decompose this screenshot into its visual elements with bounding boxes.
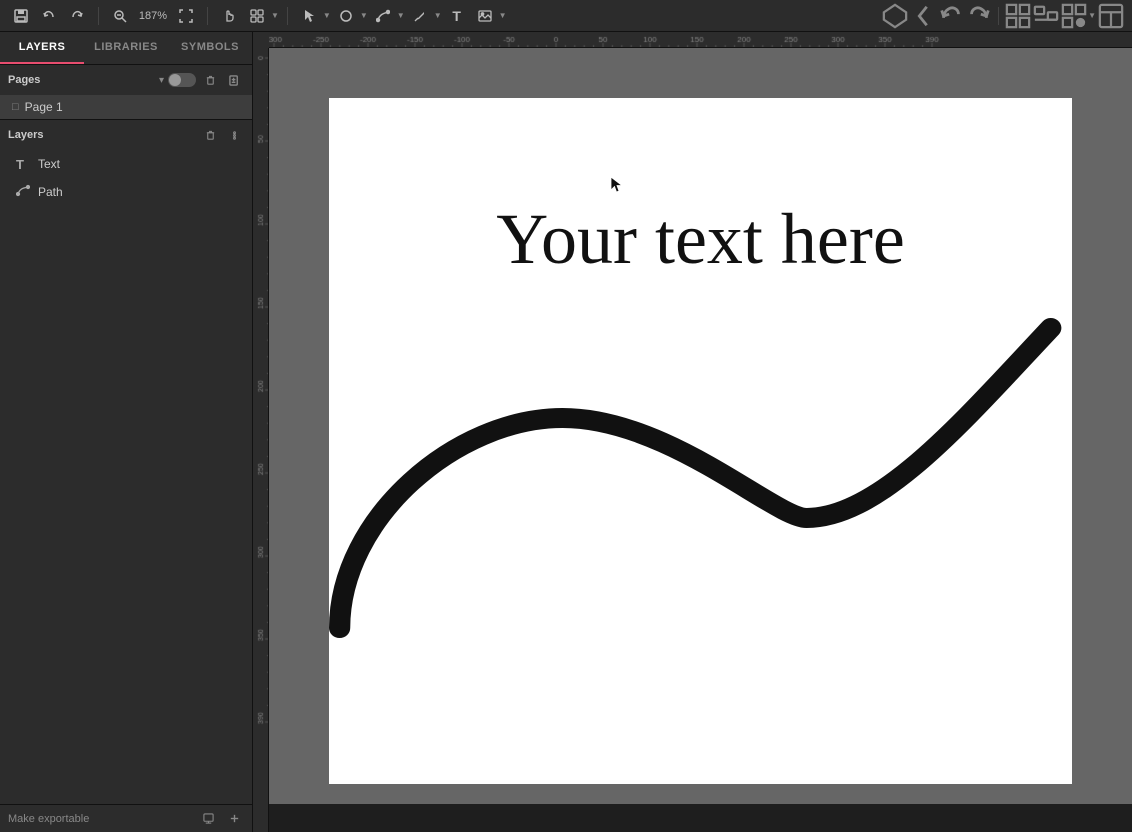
layer-path-label: Path xyxy=(38,185,63,199)
zoom-group: 187% xyxy=(107,4,199,28)
path-tool-button[interactable] xyxy=(370,4,396,28)
pen-dropdown-arrow: ▼ xyxy=(434,11,442,20)
path-svg xyxy=(329,318,1072,638)
make-exportable-label: Make exportable xyxy=(8,813,89,825)
ellipse-tool-dropdown[interactable]: ▼ xyxy=(333,4,368,28)
tab-symbols[interactable]: SYMBOLS xyxy=(168,32,252,64)
layer-text-label: Text xyxy=(38,157,60,171)
history-forward-button[interactable] xyxy=(966,4,992,28)
inspect-button[interactable] xyxy=(1098,4,1124,28)
tool-group: ▼ xyxy=(216,4,279,28)
add-export-button[interactable] xyxy=(224,809,244,829)
pages-section: Pages ▾ xyxy=(0,65,252,120)
add-page-button[interactable] xyxy=(224,70,244,90)
pages-dropdown-arrow[interactable]: ▾ xyxy=(159,75,164,86)
toggle-knob xyxy=(169,74,181,86)
delete-layer-button[interactable] xyxy=(200,125,220,145)
page-1-item[interactable]: □ Page 1 xyxy=(0,95,252,119)
file-ops-group xyxy=(8,4,90,28)
export-screen-button[interactable] xyxy=(198,809,218,829)
page-visibility-toggle[interactable] xyxy=(168,73,196,87)
layers-header: Layers xyxy=(0,120,252,150)
snap-button[interactable] xyxy=(244,4,270,28)
fit-button[interactable] xyxy=(173,4,199,28)
text-tool-button[interactable]: T xyxy=(444,4,470,28)
save-button[interactable] xyxy=(8,4,34,28)
right-toolbar: ▼ xyxy=(882,4,1124,28)
ruler-corner xyxy=(253,32,269,48)
canvas-area[interactable]: Your text here xyxy=(253,32,1132,832)
top-toolbar: 187% ▼ xyxy=(0,0,1132,32)
main-area: LAYERS LIBRARIES SYMBOLS Pages ▾ xyxy=(0,32,1132,832)
page-icon: □ xyxy=(12,101,19,113)
canvas-page: Your text here xyxy=(329,98,1072,784)
image-tool-button[interactable] xyxy=(472,4,498,28)
components-btn2[interactable] xyxy=(1061,4,1087,28)
hand-tool-button[interactable] xyxy=(216,4,242,28)
path-layer-icon xyxy=(16,184,32,201)
horizontal-ruler xyxy=(269,32,1132,48)
back-button[interactable] xyxy=(910,4,936,28)
path-dropdown-arrow: ▼ xyxy=(397,11,405,20)
sidebar-tabs: LAYERS LIBRARIES SYMBOLS xyxy=(0,32,252,65)
pages-label: Pages xyxy=(8,74,155,86)
text-element[interactable]: Your text here xyxy=(409,198,992,281)
layer-path-item[interactable]: Path xyxy=(0,178,252,206)
bottom-bar: Make exportable xyxy=(0,804,252,832)
layers-options-button[interactable] xyxy=(224,125,244,145)
layers-label: Layers xyxy=(8,129,196,141)
align-button[interactable] xyxy=(1033,4,1059,28)
grid-button[interactable] xyxy=(1005,4,1031,28)
layer-text-item[interactable]: T Text xyxy=(0,150,252,178)
pen-tool-button[interactable] xyxy=(407,4,433,28)
snap-dropdown[interactable]: ▼ xyxy=(244,4,279,28)
select-dropdown-arrow: ▼ xyxy=(323,11,331,20)
components-dropdown[interactable]: ▼ xyxy=(1061,4,1096,28)
history-back-button[interactable] xyxy=(938,4,964,28)
divider-2 xyxy=(207,7,208,25)
zoom-out-button[interactable] xyxy=(107,4,133,28)
zoom-level: 187% xyxy=(135,10,171,22)
layers-section: Layers T xyxy=(0,120,252,804)
undo-button[interactable] xyxy=(36,4,62,28)
image-tool-dropdown[interactable]: ▼ xyxy=(472,4,507,28)
ellipse-tool-button[interactable] xyxy=(333,4,359,28)
page-1-label: Page 1 xyxy=(25,100,63,114)
image-dropdown-arrow: ▼ xyxy=(499,11,507,20)
path-element[interactable] xyxy=(329,318,1072,638)
select-tool-button[interactable] xyxy=(296,4,322,28)
components-dropdown-arrow: ▼ xyxy=(1088,11,1096,20)
divider-1 xyxy=(98,7,99,25)
text-tool-icon: T xyxy=(452,8,461,24)
redo-button[interactable] xyxy=(64,4,90,28)
components-button[interactable] xyxy=(882,4,908,28)
vertical-ruler xyxy=(253,48,269,832)
tab-libraries[interactable]: LIBRARIES xyxy=(84,32,168,64)
draw-tools-group: ▼ ▼ ▼ xyxy=(296,4,507,28)
canvas-viewport[interactable]: Your text here xyxy=(269,48,1132,804)
right-divider-1 xyxy=(998,7,999,25)
delete-page-button[interactable] xyxy=(200,70,220,90)
text-layer-icon: T xyxy=(16,157,32,172)
path-tool-dropdown[interactable]: ▼ xyxy=(370,4,405,28)
divider-3 xyxy=(287,7,288,25)
pen-tool-dropdown[interactable]: ▼ xyxy=(407,4,442,28)
left-sidebar: LAYERS LIBRARIES SYMBOLS Pages ▾ xyxy=(0,32,253,832)
pages-header: Pages ▾ xyxy=(0,65,252,95)
snap-dropdown-arrow: ▼ xyxy=(271,11,279,20)
tab-layers[interactable]: LAYERS xyxy=(0,32,84,64)
select-tool-dropdown[interactable]: ▼ xyxy=(296,4,331,28)
ellipse-dropdown-arrow: ▼ xyxy=(360,11,368,20)
